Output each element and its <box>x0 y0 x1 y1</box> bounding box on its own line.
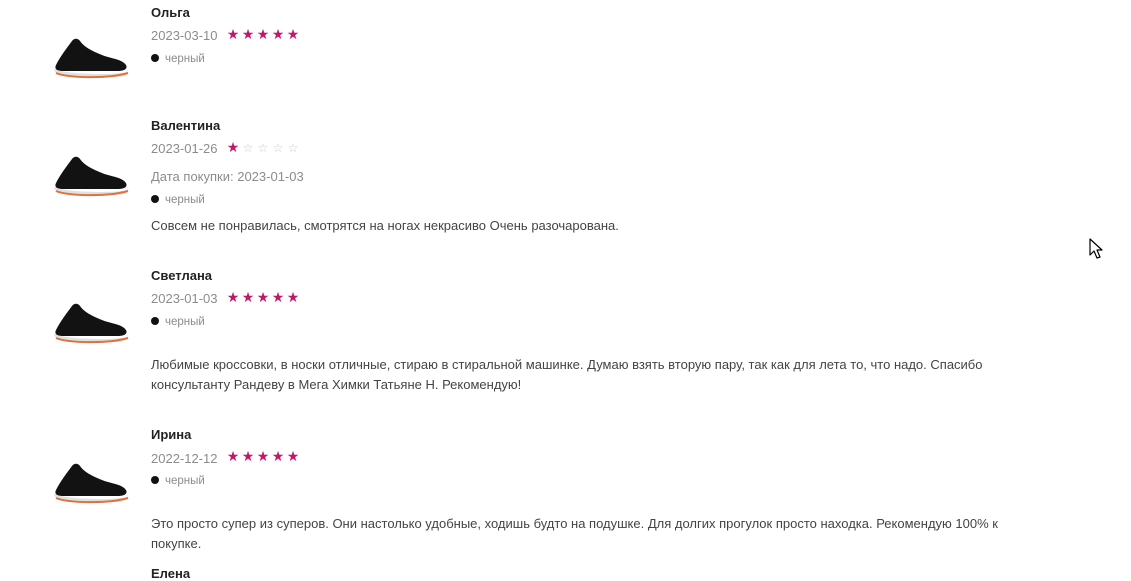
shoe-thumbnail[interactable] <box>48 452 132 508</box>
star-filled-icon: ★ <box>271 26 286 42</box>
star-filled-icon: ★ <box>226 448 241 464</box>
star-filled-icon: ★ <box>286 448 301 464</box>
star-empty-icon: ☆ <box>242 141 255 155</box>
reviewer-name: Елена <box>151 566 191 581</box>
star-filled-icon: ★ <box>256 448 271 464</box>
star-filled-icon: ★ <box>286 26 301 42</box>
star-empty-icon: ☆ <box>257 141 270 155</box>
color-variant: черный <box>151 194 205 206</box>
shoe-thumbnail[interactable] <box>48 292 132 348</box>
color-label: черный <box>165 53 205 65</box>
sneaker-icon <box>54 303 129 344</box>
color-label: черный <box>165 475 205 487</box>
color-variant: черный <box>151 53 205 65</box>
reviewer-name: Валентина <box>151 118 221 133</box>
star-rating: ★★★★★ <box>226 290 301 304</box>
black-color-dot-icon <box>151 476 159 484</box>
star-rating: ★ ☆ ☆ ☆ ☆ <box>226 140 301 155</box>
shoe-thumbnail[interactable] <box>48 27 132 83</box>
color-label: черный <box>165 194 205 206</box>
reviewer-name: Светлана <box>151 268 213 283</box>
review-date: 2023-03-10 <box>151 28 218 43</box>
review-text: Любимые кроссовки, в носки отличные, сти… <box>151 357 983 392</box>
star-filled-icon: ★ <box>241 289 256 305</box>
star-filled-icon: ★ <box>256 289 271 305</box>
star-filled-icon: ★ <box>226 26 241 42</box>
review-date: 2022-12-12 <box>151 451 218 466</box>
star-filled-icon: ★ <box>256 26 271 42</box>
black-color-dot-icon <box>151 317 159 325</box>
color-label: черный <box>165 316 205 328</box>
color-variant: черный <box>151 316 205 328</box>
purchase-date: Дата покупки: 2023-01-03 <box>151 169 304 184</box>
shoe-thumbnail[interactable] <box>48 145 132 201</box>
mouse-pointer-icon <box>1089 238 1103 259</box>
review-text: Это просто супер из суперов. Они настоль… <box>151 516 998 551</box>
star-rating: ★★★★★ <box>226 449 301 463</box>
reviewer-name: Ирина <box>151 427 192 442</box>
reviewer-name: Ольга <box>151 5 190 20</box>
black-color-dot-icon <box>151 54 159 62</box>
star-filled-icon: ★ <box>226 289 241 305</box>
star-filled-icon: ★ <box>241 26 256 42</box>
star-filled-icon: ★ <box>286 289 301 305</box>
color-variant: черный <box>151 475 205 487</box>
review-text: Совсем не понравилась, смотрятся на нога… <box>151 218 619 233</box>
star-rating: ★★★★★ <box>226 27 301 41</box>
star-filled-icon: ★ <box>271 289 286 305</box>
sneaker-icon <box>54 38 129 79</box>
sneaker-icon <box>54 463 129 504</box>
star-filled-icon: ★ <box>241 448 256 464</box>
star-filled-icon: ★ <box>226 139 241 155</box>
sneaker-icon <box>54 156 129 197</box>
review-date: 2023-01-03 <box>151 291 218 306</box>
black-color-dot-icon <box>151 195 159 203</box>
star-empty-icon: ☆ <box>287 141 300 155</box>
star-filled-icon: ★ <box>271 448 286 464</box>
star-empty-icon: ☆ <box>272 141 285 155</box>
review-date: 2023-01-26 <box>151 141 218 156</box>
